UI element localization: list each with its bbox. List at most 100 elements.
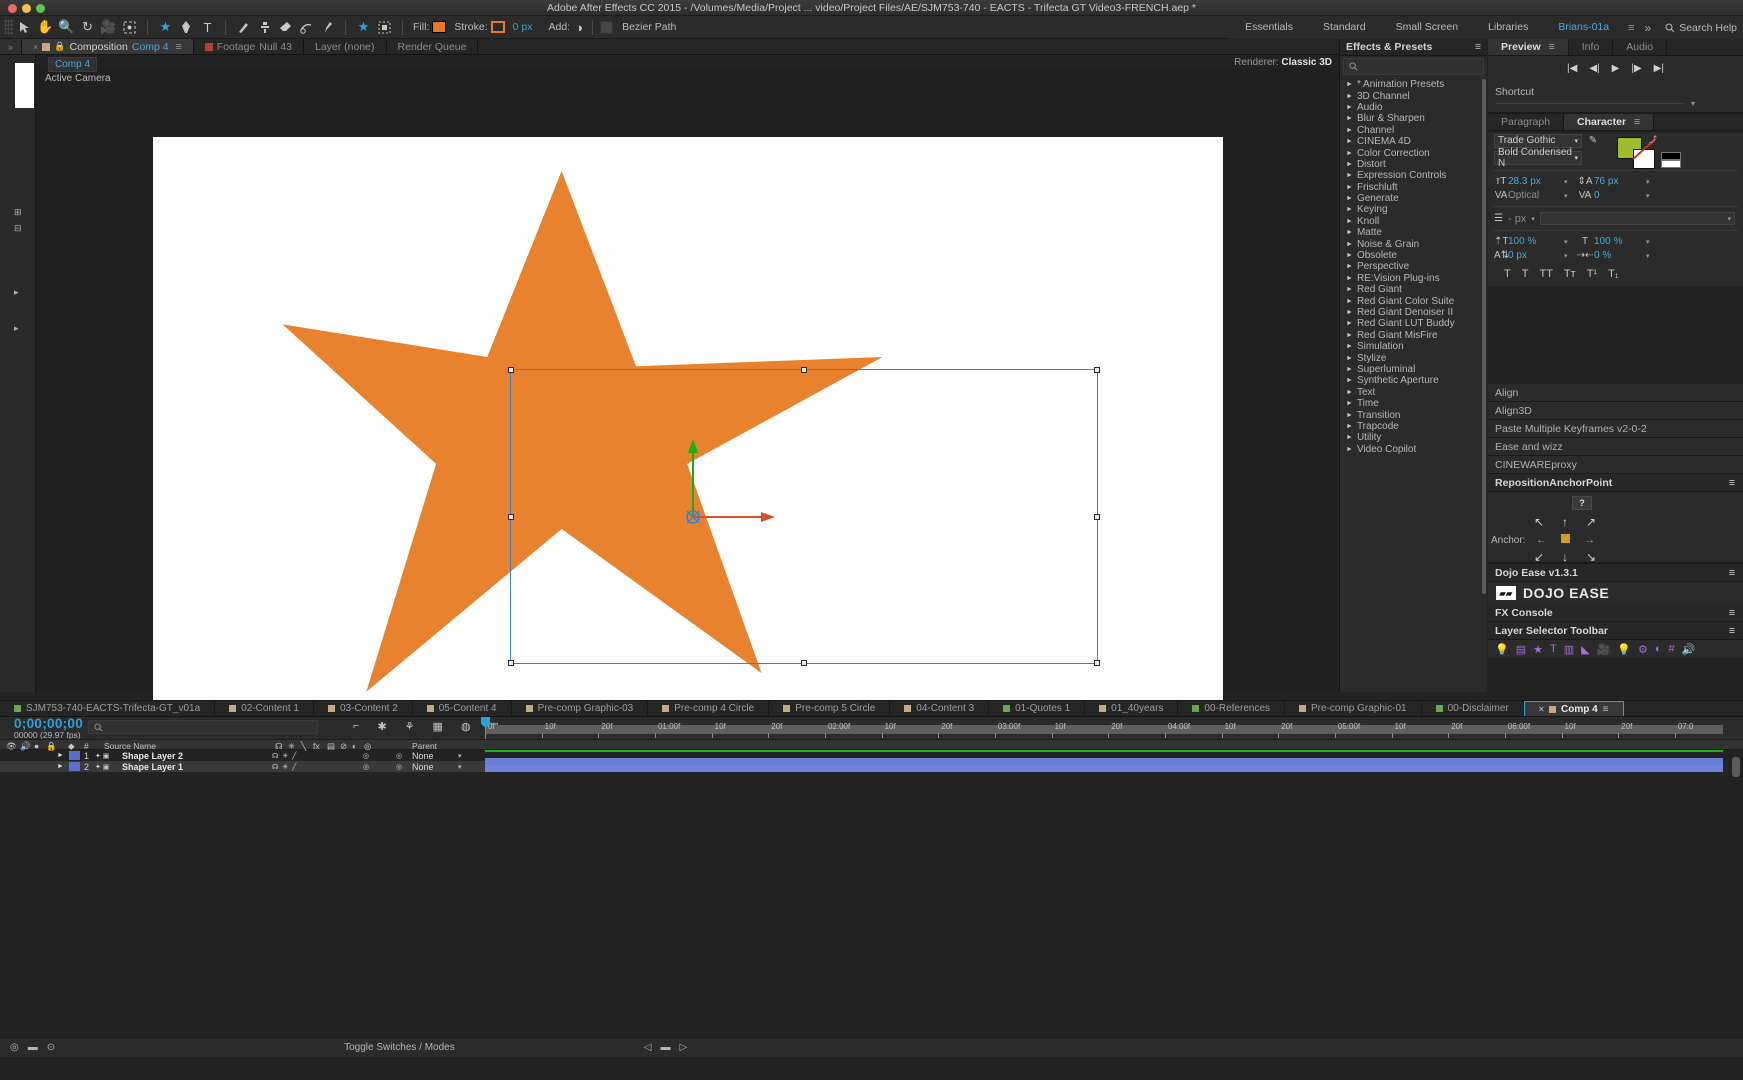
workspace-standard[interactable]: Standard (1308, 16, 1381, 39)
effect-category-item[interactable]: ► Keying (1340, 204, 1488, 215)
disclosure-triangle-icon[interactable]: ► (1346, 81, 1353, 88)
composition-mini-flowchart-icon[interactable]: ⌐ (353, 720, 359, 733)
comp-tab[interactable]: 00-Disclaimer (1422, 701, 1524, 716)
stroke-width-value[interactable]: 0 px (513, 21, 533, 33)
stroke-style-select[interactable]: ▾ (1539, 212, 1735, 225)
stroke-color-swatch[interactable] (490, 21, 505, 33)
pen-tool-icon[interactable] (176, 17, 197, 38)
clone-stamp-tool-icon[interactable] (254, 17, 275, 38)
parent-caret-icon[interactable]: ▾ (458, 763, 462, 771)
effect-category-item[interactable]: ► Blur & Sharpen (1340, 113, 1488, 124)
camera-tool-icon[interactable]: 🎥 (98, 17, 119, 38)
parent-pickwhip-icon[interactable]: ◎ (396, 752, 402, 760)
anchor-down-left-icon[interactable]: ↙ (1526, 550, 1552, 564)
anchor-down-right-icon[interactable]: ↘ (1578, 550, 1604, 564)
disclosure-triangle-icon[interactable]: ► (1346, 252, 1353, 259)
motion-blur-icon[interactable]: ◍ (461, 720, 471, 733)
workspace-overflow-icon[interactable]: » (1639, 21, 1658, 35)
effect-category-item[interactable]: ► Utility (1340, 432, 1488, 443)
black-white-swatches[interactable] (1661, 152, 1683, 168)
close-icon[interactable]: × (1539, 704, 1544, 714)
workspace-menu-icon[interactable]: ≡ (1624, 22, 1638, 34)
comp-tab-menu-icon[interactable]: ≡ (1603, 704, 1609, 715)
effect-category-item[interactable]: ► Text (1340, 387, 1488, 398)
anchor-up-right-icon[interactable]: ↗ (1578, 515, 1604, 529)
comp-tab[interactable]: Pre-comp 4 Circle (648, 701, 770, 716)
stroke-width-caret-icon[interactable]: ▾ (1531, 215, 1535, 223)
comp-tab-selected[interactable]: × Comp 4 ≡ (1523, 701, 1624, 716)
effect-category-item[interactable]: ► Red Giant Color Suite (1340, 295, 1488, 307)
handle-bottom-middle[interactable] (801, 660, 807, 666)
black-swatch[interactable] (1661, 152, 1681, 160)
tsume-value[interactable]: 0 % (1594, 250, 1611, 261)
selection-bounding-box[interactable] (508, 367, 1100, 666)
fx-console-menu-icon[interactable]: ≡ (1729, 607, 1735, 619)
disclosure-triangle-icon[interactable]: ► (1346, 343, 1353, 350)
comp-tab[interactable]: 01_40years (1085, 701, 1179, 716)
script-row[interactable]: CINEWAREproxy (1488, 456, 1743, 474)
effect-category-item[interactable]: ► Time (1340, 398, 1488, 409)
tab-footage[interactable]: Footage Null 43 (193, 39, 304, 54)
layer-name[interactable]: Shape Layer 1 (122, 762, 183, 772)
draft-3d-icon[interactable]: ✱ (377, 720, 386, 733)
handle-top-middle[interactable] (801, 367, 807, 373)
preview-menu-icon[interactable]: ≡ (1549, 41, 1555, 53)
effect-category-item[interactable]: ► Simulation (1340, 341, 1488, 352)
guide-layer-icon[interactable]: # (1669, 643, 1675, 655)
shape-layer-icon[interactable]: ★ (1533, 643, 1543, 656)
3d-layer-icon[interactable]: ◣ (1581, 643, 1589, 656)
disclosure-triangle-icon[interactable]: ► (1346, 104, 1353, 111)
effect-category-item[interactable]: ► Generate (1340, 193, 1488, 204)
kerning-caret-icon[interactable]: ▾ (1564, 192, 1576, 200)
vertical-scale-value[interactable]: 100 % (1508, 236, 1536, 247)
disclosure-triangle-icon[interactable]: ► (1346, 320, 1353, 327)
white-swatch[interactable] (1661, 160, 1681, 168)
timeline-zoom-in-icon[interactable]: ⊙ (47, 1042, 55, 1053)
script-row[interactable]: Align (1488, 384, 1743, 402)
horizontal-scale-value[interactable]: 100 % (1594, 236, 1622, 247)
effect-category-item[interactable]: ► Red Giant MisFire (1340, 330, 1488, 341)
handle-bottom-right[interactable] (1094, 660, 1100, 666)
disclosure-triangle-icon[interactable]: ► (1346, 332, 1353, 339)
playhead[interactable] (481, 717, 490, 739)
comp-tab[interactable]: SJM753-740-EACTS-Trifecta-GT_v01a (0, 701, 216, 716)
disclosure-triangle-icon[interactable]: ► (1346, 446, 1353, 453)
disclosure-triangle-icon[interactable]: ► (1346, 423, 1353, 430)
timeline-search-input[interactable] (88, 720, 318, 734)
horizontal-scale-caret-icon[interactable]: ▾ (1646, 238, 1660, 246)
rail-icon-3[interactable]: ▸ (14, 287, 19, 298)
timeline-fit-icon[interactable]: ◁ (644, 1042, 652, 1053)
disclosure-triangle-icon[interactable]: ► (1346, 434, 1353, 441)
effects-search-input[interactable] (1343, 58, 1484, 75)
anchor-down-icon[interactable]: ↓ (1552, 550, 1578, 564)
first-frame-icon[interactable]: |◀ (1567, 63, 1577, 74)
workspace-selected[interactable]: Brians-01a (1543, 16, 1624, 39)
pan-behind-tool-icon[interactable] (119, 17, 140, 38)
disclosure-triangle-icon[interactable]: ► (1346, 172, 1353, 179)
roto-brush-tool-icon[interactable] (296, 17, 317, 38)
disclosure-triangle-icon[interactable]: ► (1346, 206, 1353, 213)
disclosure-triangle-icon[interactable]: ► (1346, 138, 1353, 145)
3d-axis-gizmo[interactable] (673, 427, 803, 527)
effect-category-item[interactable]: ► Red Giant (1340, 284, 1488, 295)
comp-tab[interactable]: 01-Quotes 1 (989, 701, 1086, 716)
hide-shy-layers-icon[interactable]: ⚘ (405, 720, 415, 733)
search-help[interactable]: Search Help (1657, 22, 1737, 34)
tab-preview[interactable]: Preview ≡ (1488, 39, 1569, 55)
mask-preset-icon[interactable] (374, 17, 395, 38)
disclosure-triangle-icon[interactable]: ► (1346, 195, 1353, 202)
parent-pickwhip-icon[interactable]: ◎ (396, 763, 402, 771)
disclosure-triangle-icon[interactable]: ► (1346, 298, 1353, 305)
workspace-small-screen[interactable]: Small Screen (1381, 16, 1473, 39)
effect-category-item[interactable]: ► 3D Channel (1340, 90, 1488, 102)
handle-middle-right[interactable] (1094, 513, 1100, 520)
effects-panel-menu-icon[interactable]: ≡ (1475, 41, 1481, 53)
effect-category-item[interactable]: ► Knoll (1340, 216, 1488, 227)
disclosure-triangle-icon[interactable]: ► (1346, 412, 1353, 419)
stroke-none-swatch-text[interactable] (1633, 149, 1655, 169)
effect-category-item[interactable]: ► Color Correction (1340, 147, 1488, 159)
effect-category-item[interactable]: ► Red Giant LUT Buddy (1340, 318, 1488, 329)
layer-switches[interactable]: ☊✳╱ (272, 763, 300, 771)
vertical-scale-caret-icon[interactable]: ▾ (1564, 238, 1576, 246)
preview-expand-icon[interactable]: ▾ (1691, 99, 1695, 108)
